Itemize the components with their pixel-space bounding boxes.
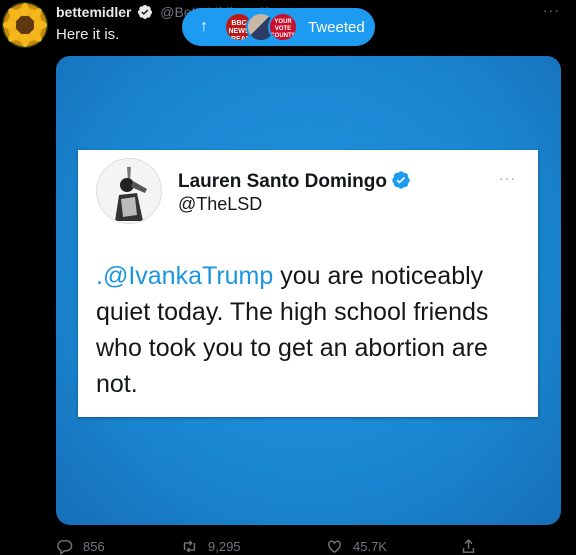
- tweet-actions: 856 9,295 45.7K: [56, 536, 516, 555]
- heart-icon: [328, 540, 341, 554]
- verified-badge-icon: [138, 5, 153, 19]
- retweet-button[interactable]: 9,295: [181, 538, 241, 555]
- like-button[interactable]: 45.7K: [326, 538, 387, 555]
- profile-avatar[interactable]: [2, 2, 48, 48]
- embedded-author-name: Lauren Santo Domingo: [178, 170, 411, 193]
- retweet-icon: [183, 540, 196, 553]
- like-count: 45.7K: [353, 539, 387, 554]
- vote-avatar: YOUR VOTE COUNTS: [268, 12, 298, 42]
- sunflower-icon: [3, 3, 47, 47]
- pill-label: Tweeted: [308, 18, 365, 36]
- tweet-media-image[interactable]: Lauren Santo Domingo @TheLSD ··· .@Ivank…: [56, 56, 561, 525]
- screenshot-tweet-card: Lauren Santo Domingo @TheLSD ··· .@Ivank…: [78, 150, 538, 417]
- retweet-count: 9,295: [208, 539, 241, 554]
- verified-badge-icon: [392, 171, 410, 189]
- pill-avatars: BBC NEWS BREAKING YOUR VOTE COUNTS: [224, 12, 298, 42]
- embedded-author-handle: @TheLSD: [178, 194, 263, 214]
- knight-illustration-icon: [97, 159, 161, 223]
- embedded-tweet-text: .@IvankaTrump you are noticeably quiet t…: [96, 258, 526, 402]
- more-options-icon[interactable]: ···: [543, 2, 560, 18]
- embedded-avatar: [96, 158, 162, 224]
- reply-button[interactable]: 856: [56, 538, 105, 555]
- reply-count: 856: [83, 539, 105, 554]
- embedded-mention: .@IvankaTrump: [96, 262, 274, 290]
- arrow-up-icon: ↑: [200, 18, 208, 35]
- tweet-text: Here it is.: [56, 26, 120, 43]
- embedded-more-icon: ···: [499, 170, 516, 186]
- new-tweets-pill[interactable]: ↑ BBC NEWS BREAKING YOUR VOTE COUNTS Twe…: [182, 8, 375, 46]
- reply-icon: [57, 540, 73, 555]
- share-icon: [462, 539, 475, 553]
- share-button[interactable]: [460, 538, 477, 555]
- author-name[interactable]: bettemidler: [56, 4, 131, 20]
